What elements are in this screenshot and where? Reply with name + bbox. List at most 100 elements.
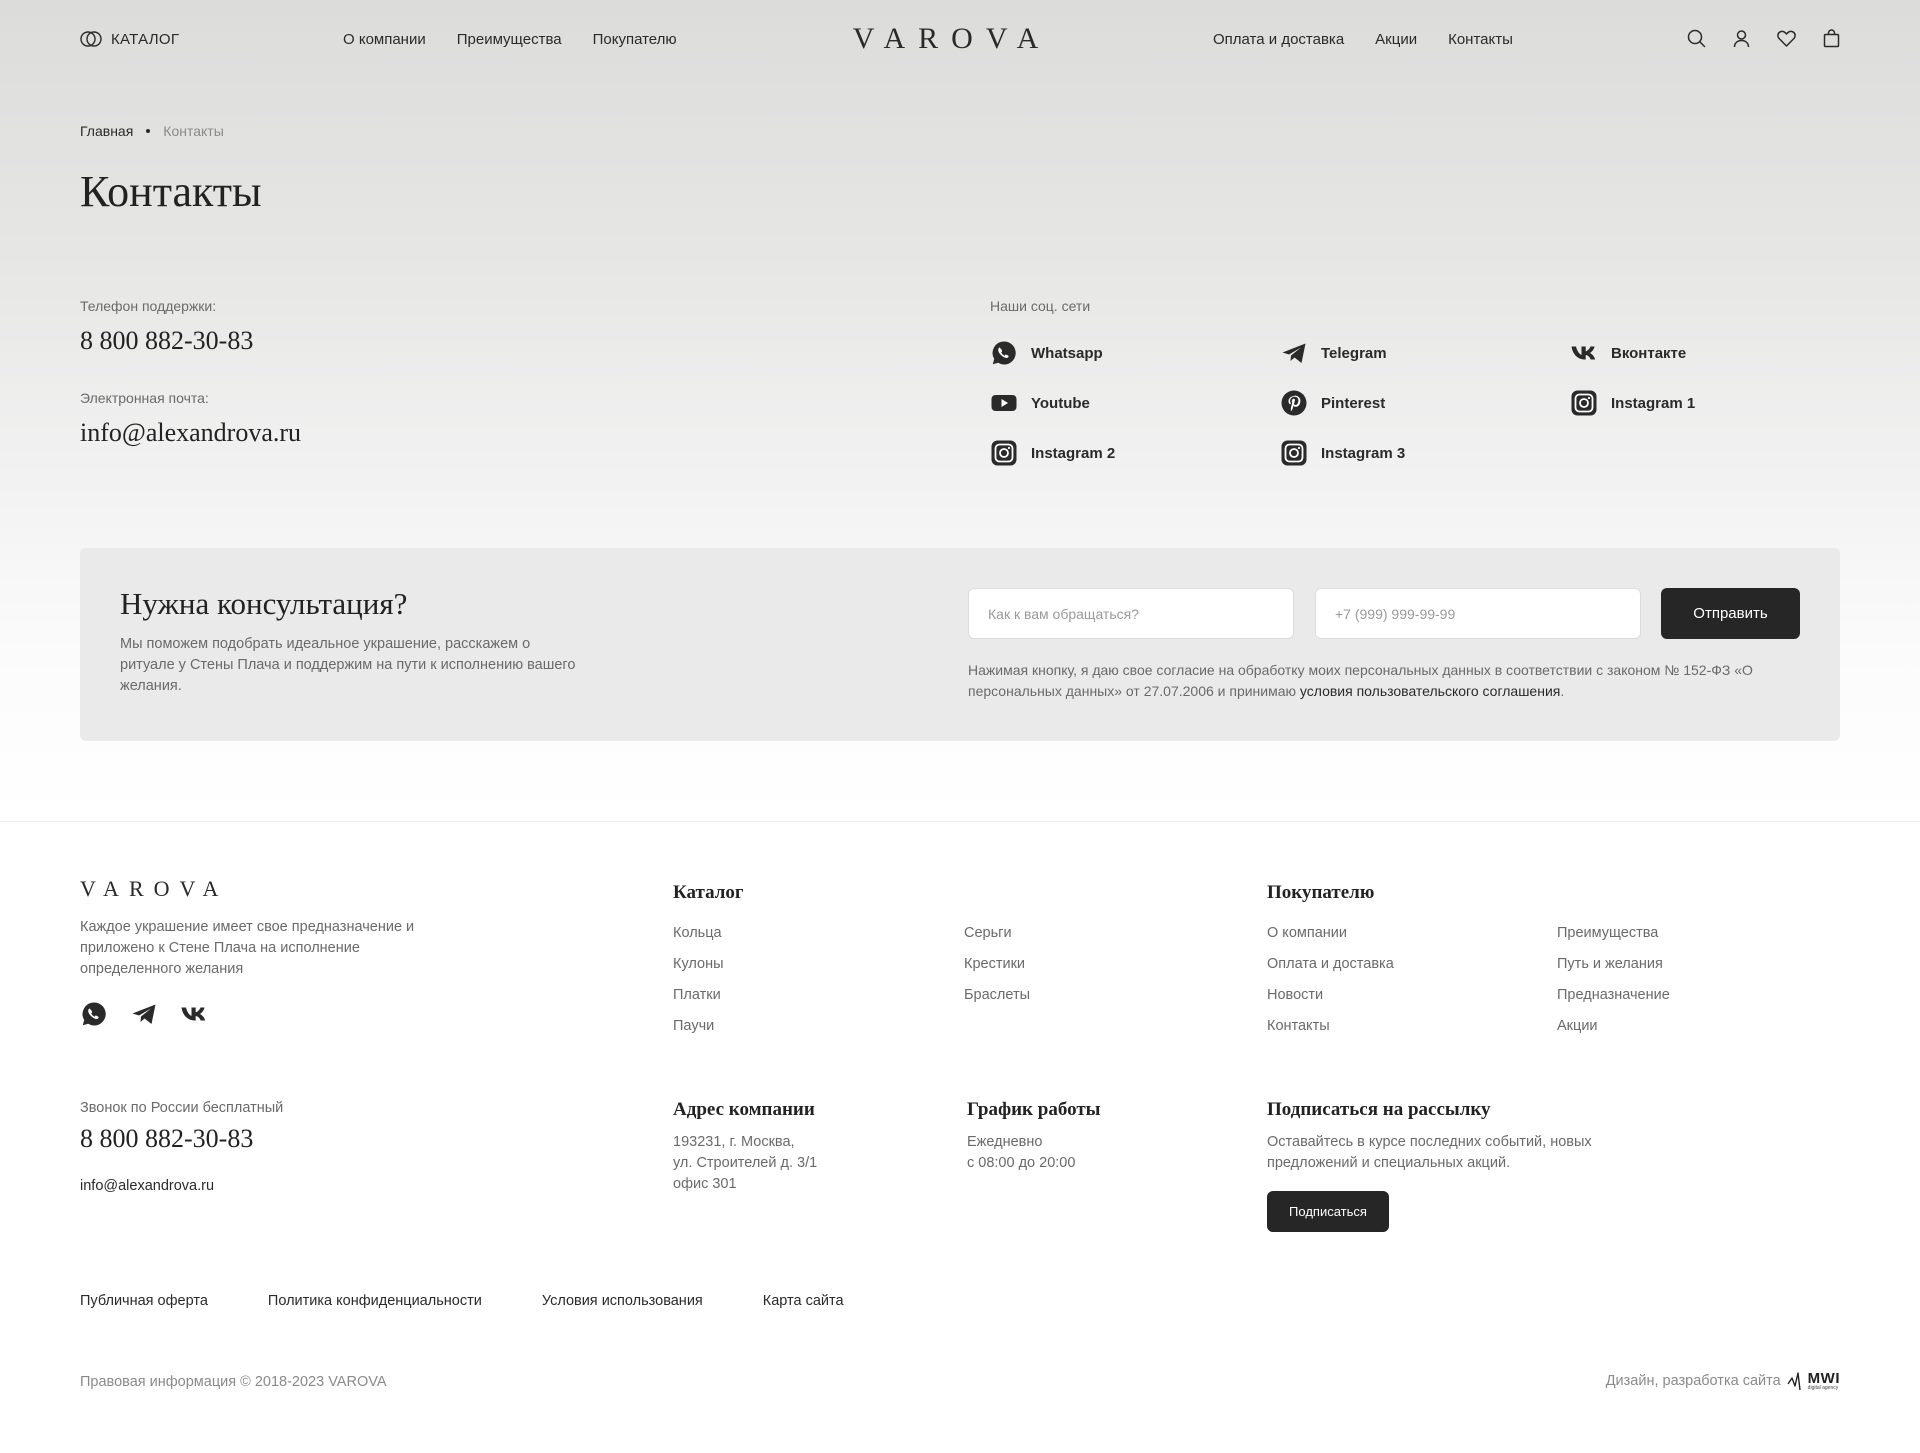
footer-logo[interactable]: VAROVA <box>80 876 228 902</box>
social-label: Youtube <box>1031 394 1090 412</box>
legal-links: Публичная оферта Политика конфиденциальн… <box>80 1293 844 1309</box>
nav-item-payment[interactable]: Оплата и доставка <box>1213 31 1344 48</box>
footer-link-rings[interactable]: Кольца <box>673 925 722 941</box>
instagram-icon <box>1281 440 1307 466</box>
phone-label: Телефон поддержки: <box>80 298 217 314</box>
social-label: Instagram 2 <box>1031 444 1116 462</box>
user-agreement-link[interactable]: условия пользовательского соглашения <box>1300 683 1560 699</box>
social-instagram-2[interactable]: Instagram 2 <box>990 439 1115 467</box>
developer-credit[interactable]: Дизайн, разработка сайта MWI digital age… <box>1606 1370 1840 1392</box>
footer-link-contacts[interactable]: Контакты <box>1267 1018 1330 1034</box>
social-whatsapp[interactable]: Whatsapp <box>990 339 1103 367</box>
user-icon[interactable] <box>1731 28 1752 49</box>
nav-item-advantages[interactable]: Преимущества <box>457 31 562 48</box>
email-value[interactable]: info@alexandrova.ru <box>80 418 301 448</box>
send-button[interactable]: Отправить <box>1661 588 1800 639</box>
footer-catalog-title: Каталог <box>673 882 744 903</box>
footer-link-pendants[interactable]: Кулоны <box>673 956 724 972</box>
subscribe-button[interactable]: Подписаться <box>1267 1191 1389 1232</box>
address-line: ул. Строителей д. 3/1 <box>673 1155 818 1171</box>
footer-email[interactable]: info@alexandrova.ru <box>80 1178 214 1194</box>
catalog-label: КАТАЛОГ <box>111 30 180 48</box>
consultation-block: Нужна консультация? Мы поможем подобрать… <box>80 548 1840 741</box>
footer-link-crosses[interactable]: Крестики <box>964 956 1025 972</box>
mwi-wordmark: MWI digital agency <box>1808 1371 1840 1391</box>
pinterest-icon <box>1281 390 1307 416</box>
social-telegram[interactable]: Telegram <box>1280 339 1387 367</box>
mwi-sub: digital agency <box>1807 1385 1839 1391</box>
breadcrumb: Главная Контакты <box>80 123 224 139</box>
footer-link-earrings[interactable]: Серьги <box>964 925 1012 941</box>
schedule-line: Ежедневно <box>967 1134 1043 1150</box>
vk-icon[interactable] <box>180 1000 208 1028</box>
schedule-title: График работы <box>967 1099 1101 1120</box>
footer-divider <box>0 821 1920 822</box>
phone-input[interactable] <box>1315 588 1641 639</box>
footer-link-news[interactable]: Новости <box>1267 987 1323 1003</box>
footer-link-purpose[interactable]: Предназначение <box>1557 987 1670 1003</box>
consultation-title: Нужна консультация? <box>120 586 408 621</box>
catalog-button[interactable]: КАТАЛОГ <box>80 30 179 48</box>
footer-call-label: Звонок по России бесплатный <box>80 1100 284 1116</box>
email-label: Электронная почта: <box>80 390 209 406</box>
legal-link-sitemap[interactable]: Карта сайта <box>763 1293 844 1309</box>
search-icon[interactable] <box>1686 28 1707 49</box>
whatsapp-icon <box>992 341 1016 365</box>
footer-buyer-title: Покупателю <box>1267 882 1375 903</box>
legal-link-terms[interactable]: Условия использования <box>542 1293 703 1309</box>
catalog-rings-icon <box>80 31 102 47</box>
mwi-mark-icon <box>1787 1372 1801 1391</box>
address-line: 193231, г. Москва, <box>673 1134 795 1150</box>
breadcrumb-separator <box>146 129 151 133</box>
nav-item-contacts[interactable]: Контакты <box>1448 31 1513 48</box>
nav-right: Оплата и доставка Акции Контакты <box>1213 31 1513 48</box>
address-line: офис 301 <box>673 1176 737 1192</box>
social-instagram-1[interactable]: Instagram 1 <box>1570 389 1695 417</box>
consent-text: Нажимая кнопку, я даю свое согласие на о… <box>968 660 1808 702</box>
instagram-icon <box>1571 390 1597 416</box>
social-label: Pinterest <box>1321 394 1386 412</box>
telegram-icon <box>1282 343 1306 363</box>
phone-value[interactable]: 8 800 882-30-83 <box>80 326 253 356</box>
footer-link-advantages[interactable]: Преимущества <box>1557 925 1658 941</box>
footer-link-bracelets[interactable]: Браслеты <box>964 987 1030 1003</box>
footer-phone[interactable]: 8 800 882-30-83 <box>80 1124 253 1154</box>
footer-link-about[interactable]: О компании <box>1267 925 1347 941</box>
social-label: Whatsapp <box>1031 344 1103 362</box>
developer-credit-label: Дизайн, разработка сайта <box>1605 1373 1781 1389</box>
legal-link-privacy[interactable]: Политика конфиденциальности <box>268 1293 482 1309</box>
nav-item-promotions[interactable]: Акции <box>1375 31 1417 48</box>
page-title: Контакты <box>80 167 262 216</box>
address-title: Адрес компании <box>673 1099 815 1120</box>
footer-link-payment[interactable]: Оплата и доставка <box>1267 956 1394 972</box>
heart-icon[interactable] <box>1776 28 1797 49</box>
schedule-text: Ежедневно с 08:00 до 20:00 <box>967 1132 1075 1174</box>
legal-link-offer[interactable]: Публичная оферта <box>80 1293 208 1309</box>
social-instagram-3[interactable]: Instagram 3 <box>1280 439 1405 467</box>
consent-end: . <box>1560 683 1565 699</box>
telegram-icon[interactable] <box>130 1000 158 1028</box>
social-vk[interactable]: Вконтакте <box>1570 339 1686 367</box>
nav-item-buyers[interactable]: Покупателю <box>593 31 677 48</box>
name-input[interactable] <box>968 588 1294 639</box>
breadcrumb-home[interactable]: Главная <box>80 123 133 139</box>
youtube-icon <box>991 395 1017 411</box>
footer-link-scarves[interactable]: Платки <box>673 987 721 1003</box>
mwi-name: MWI <box>1807 1370 1840 1387</box>
footer-link-path[interactable]: Путь и желания <box>1557 956 1663 972</box>
address-text: 193231, г. Москва, ул. Строителей д. 3/1… <box>673 1132 817 1195</box>
whatsapp-icon[interactable] <box>80 1000 108 1028</box>
mwi-logo: MWI digital agency <box>1787 1370 1840 1392</box>
nav-item-about[interactable]: О компании <box>343 31 426 48</box>
bag-icon[interactable] <box>1821 28 1842 49</box>
social-youtube[interactable]: Youtube <box>990 389 1090 417</box>
copyright: Правовая информация © 2018-2023 VAROVA <box>80 1374 387 1390</box>
footer-link-promotions[interactable]: Акции <box>1557 1018 1598 1034</box>
footer-social <box>80 1000 208 1028</box>
social-label: Telegram <box>1321 344 1387 362</box>
site-header: КАТАЛОГ О компании Преимущества Покупате… <box>0 0 1920 82</box>
social-title: Наши соц. сети <box>990 298 1091 314</box>
social-pinterest[interactable]: Pinterest <box>1280 389 1385 417</box>
site-logo[interactable]: VAROVA <box>852 22 1052 56</box>
footer-link-pouches[interactable]: Паучи <box>673 1018 714 1034</box>
